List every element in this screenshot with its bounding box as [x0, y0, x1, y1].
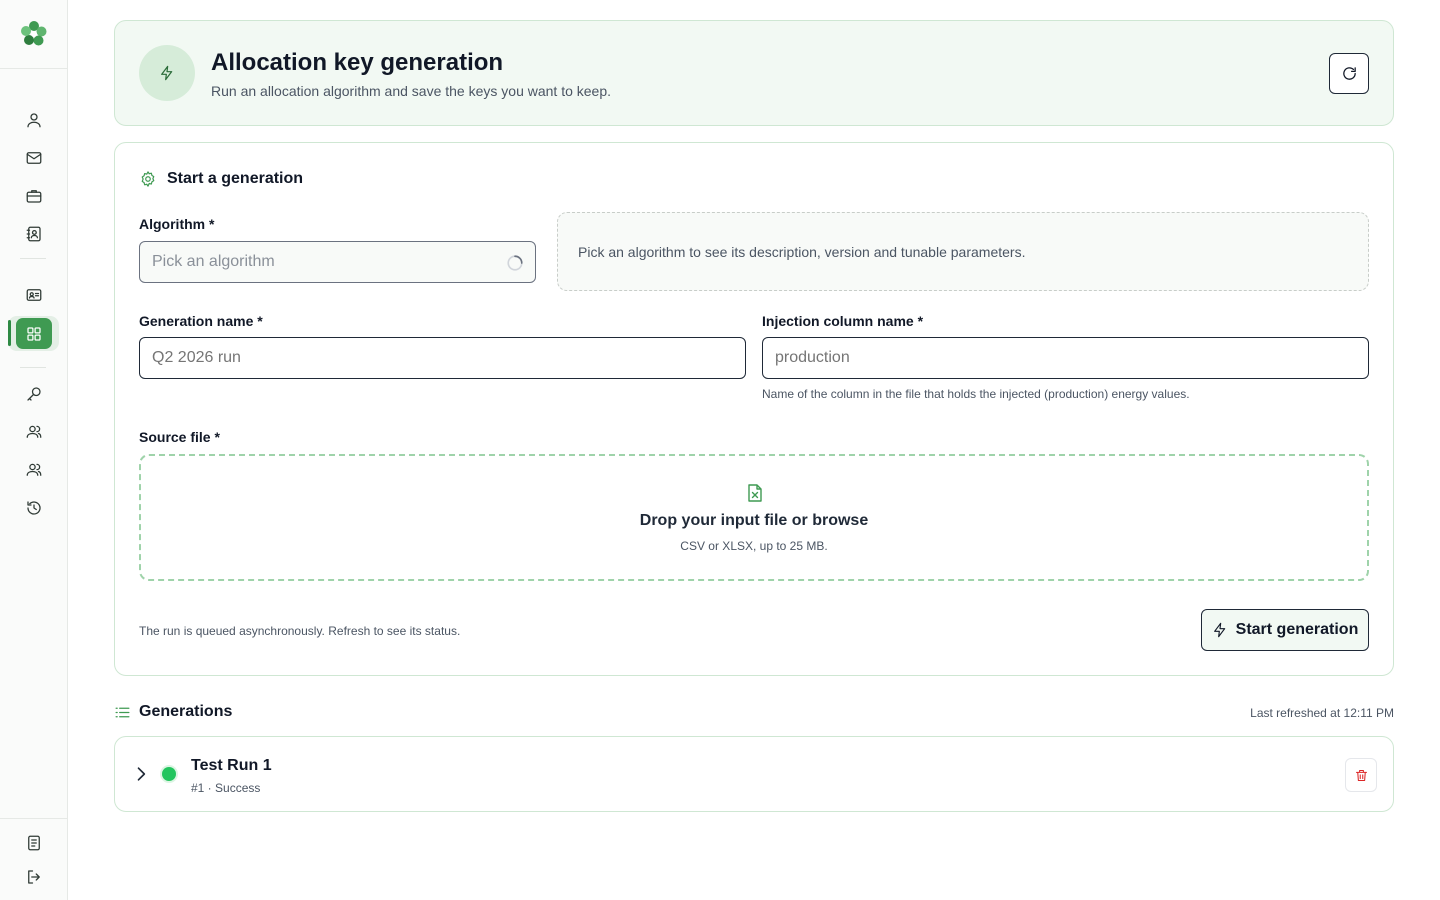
sidebar-item-briefcase[interactable]	[14, 181, 54, 211]
sidebar	[0, 0, 68, 900]
generation-name-input[interactable]	[139, 337, 746, 379]
page-header: Allocation key generation Run an allocat…	[114, 20, 1394, 126]
dropzone-subtitle: CSV or XLSX, up to 25 MB.	[680, 539, 828, 553]
start-generation-button[interactable]: Start generation	[1201, 609, 1369, 651]
generations-title: Generations	[139, 703, 233, 720]
algorithm-placeholder: Pick an algorithm	[152, 253, 275, 270]
generations-header: Generations	[114, 703, 232, 721]
sidebar-divider	[0, 68, 67, 69]
queue-note: The run is queued asynchronously. Refres…	[139, 624, 461, 638]
injection-column-input[interactable]	[762, 337, 1369, 379]
briefcase-icon	[26, 190, 42, 203]
generation-subtitle: #1 · Success	[191, 781, 261, 795]
list-icon	[115, 707, 130, 717]
key-icon	[27, 387, 41, 401]
sidebar-item-history[interactable]	[14, 493, 54, 523]
mail-icon	[26, 152, 42, 164]
page-subtitle: Run an allocation algorithm and save the…	[211, 83, 612, 99]
sidebar-divider	[0, 818, 67, 819]
trash-icon	[1355, 769, 1367, 781]
gear-icon	[141, 171, 155, 187]
generation-form: Start a generation Algorithm * Pick an a…	[114, 142, 1394, 676]
chevron-right-icon	[137, 767, 146, 781]
lightning-icon	[161, 65, 173, 81]
sidebar-item-mail[interactable]	[14, 143, 54, 173]
user-icon	[27, 113, 41, 128]
history-icon	[27, 501, 41, 515]
spreadsheet-file-icon	[748, 484, 762, 502]
status-dot	[162, 767, 176, 781]
sidebar-item-docs[interactable]	[14, 828, 54, 858]
dropzone-title: Drop your input file or browse	[639, 512, 869, 529]
logout-icon	[28, 870, 40, 884]
group-icon	[26, 463, 42, 476]
refresh-icon	[1342, 67, 1356, 80]
last-refreshed-text: Last refreshed at 12:11 PM	[1250, 706, 1394, 720]
sidebar-active-indicator	[8, 320, 11, 346]
delete-generation-button[interactable]	[1345, 758, 1377, 792]
clover-logo-icon[interactable]	[19, 19, 49, 49]
contact-book-icon	[26, 226, 41, 242]
source-file-label: Source file *	[139, 429, 220, 445]
header-icon-badge	[139, 45, 195, 101]
sidebar-separator	[20, 367, 46, 368]
algorithm-label: Algorithm *	[139, 216, 215, 232]
start-generation-label: Start generation	[1235, 621, 1359, 638]
sidebar-item-groups[interactable]	[14, 455, 54, 485]
id-card-icon	[26, 289, 42, 301]
docs-icon	[28, 835, 40, 851]
generation-row[interactable]: Test Run 1 #1 · Success	[114, 736, 1394, 812]
sidebar-item-users[interactable]	[14, 417, 54, 447]
expand-row-button[interactable]	[131, 764, 151, 784]
page-title: Allocation key generation	[211, 49, 504, 76]
refresh-button[interactable]	[1329, 53, 1369, 94]
sidebar-item-dashboard[interactable]	[16, 318, 52, 349]
sidebar-separator	[20, 258, 46, 259]
section-title: Start a generation	[167, 170, 304, 187]
section-header: Start a generation	[139, 170, 303, 188]
sidebar-item-key[interactable]	[14, 379, 54, 409]
injection-column-helper: Name of the column in the file that hold…	[762, 387, 1190, 401]
sidebar-item-id-card[interactable]	[14, 280, 54, 310]
generation-name-label: Generation name *	[139, 313, 263, 329]
sidebar-item-user[interactable]	[14, 105, 54, 135]
algorithm-select[interactable]: Pick an algorithm	[139, 241, 536, 283]
injection-column-label: Injection column name *	[762, 313, 924, 329]
sidebar-item-logout[interactable]	[14, 862, 54, 892]
lightning-icon	[1213, 622, 1225, 638]
sidebar-item-contacts[interactable]	[14, 219, 54, 249]
users-icon	[26, 425, 42, 438]
file-dropzone[interactable]: Drop your input file or browse CSV or XL…	[139, 454, 1369, 581]
grid-icon	[27, 326, 41, 341]
loading-spinner-icon	[507, 255, 523, 271]
generation-title: Test Run 1	[191, 757, 272, 774]
algorithm-info-panel: Pick an algorithm to see its description…	[557, 212, 1369, 291]
